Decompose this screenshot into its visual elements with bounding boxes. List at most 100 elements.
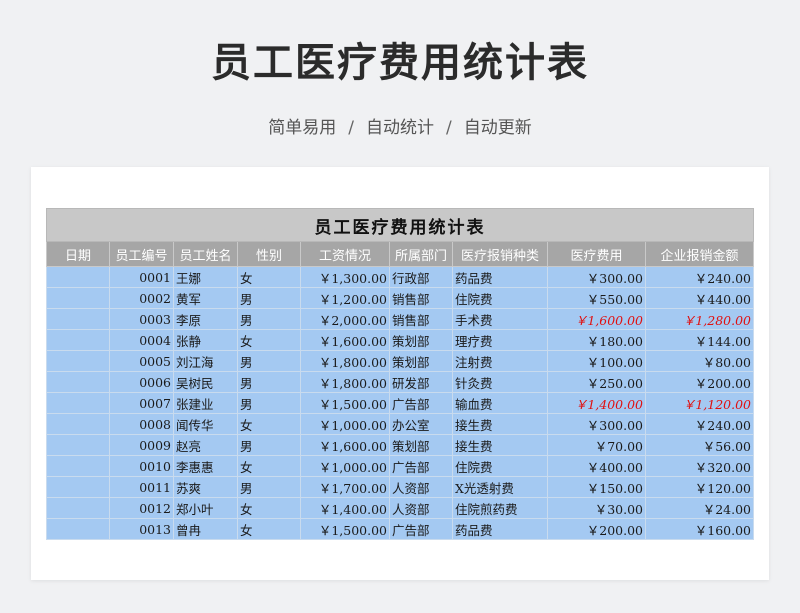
department-cell[interactable]: 销售部 [389, 287, 453, 309]
reimbursed-amount-cell[interactable]: ￥1,280.00 [644, 308, 755, 330]
gender-cell[interactable]: 男 [237, 476, 301, 498]
salary-cell[interactable]: ￥1,300.00 [300, 266, 390, 288]
salary-cell[interactable]: ￥1,800.00 [300, 371, 390, 393]
salary-cell[interactable]: ￥1,200.00 [300, 287, 390, 309]
salary-cell[interactable]: ￥1,000.00 [300, 455, 390, 477]
salary-cell[interactable]: ￥2,000.00 [300, 308, 390, 330]
employee-name-cell[interactable]: 张静 [173, 329, 238, 351]
reimbursed-amount-cell[interactable]: ￥80.00 [644, 350, 755, 372]
reimbursement-type-cell[interactable]: 药品费 [452, 266, 548, 288]
date-cell[interactable] [46, 476, 110, 498]
employee-id-cell[interactable]: 0003 [109, 308, 174, 330]
reimbursed-amount-cell[interactable]: ￥200.00 [644, 371, 755, 393]
employee-id-cell[interactable]: 0005 [109, 350, 174, 372]
salary-cell[interactable]: ￥1,500.00 [300, 392, 390, 414]
medical-cost-cell[interactable]: ￥180.00 [547, 329, 646, 351]
gender-cell[interactable]: 女 [237, 455, 301, 477]
reimbursement-type-cell[interactable]: 接生费 [452, 413, 548, 435]
reimbursed-amount-cell[interactable]: ￥240.00 [644, 413, 755, 435]
reimbursement-type-cell[interactable]: 住院费 [452, 287, 548, 309]
reimbursed-amount-cell[interactable]: ￥144.00 [644, 329, 755, 351]
gender-cell[interactable]: 男 [237, 350, 301, 372]
medical-cost-cell[interactable]: ￥1,400.00 [547, 392, 646, 414]
column-header[interactable]: 性别 [237, 241, 301, 267]
employee-name-cell[interactable]: 刘江海 [173, 350, 238, 372]
employee-name-cell[interactable]: 吴树民 [173, 371, 238, 393]
gender-cell[interactable]: 男 [237, 434, 301, 456]
reimbursed-amount-cell[interactable]: ￥240.00 [644, 266, 755, 288]
column-header[interactable]: 医疗费用 [547, 241, 646, 267]
salary-cell[interactable]: ￥1,000.00 [300, 413, 390, 435]
column-header[interactable]: 医疗报销种类 [452, 241, 548, 267]
employee-name-cell[interactable]: 赵亮 [173, 434, 238, 456]
reimbursement-type-cell[interactable]: X光透射费 [452, 476, 548, 498]
date-cell[interactable] [46, 287, 110, 309]
reimbursement-type-cell[interactable]: 理疗费 [452, 329, 548, 351]
department-cell[interactable]: 办公室 [389, 413, 453, 435]
salary-cell[interactable]: ￥1,600.00 [300, 434, 390, 456]
reimbursement-type-cell[interactable]: 接生费 [452, 434, 548, 456]
date-cell[interactable] [46, 308, 110, 330]
date-cell[interactable] [46, 518, 110, 540]
gender-cell[interactable]: 男 [237, 392, 301, 414]
reimbursed-amount-cell[interactable]: ￥320.00 [644, 455, 755, 477]
salary-cell[interactable]: ￥1,600.00 [300, 329, 390, 351]
medical-cost-cell[interactable]: ￥150.00 [547, 476, 646, 498]
gender-cell[interactable]: 女 [237, 329, 301, 351]
column-header[interactable]: 工资情况 [300, 241, 390, 267]
column-header[interactable]: 企业报销金额 [644, 241, 755, 267]
salary-cell[interactable]: ￥1,800.00 [300, 350, 390, 372]
date-cell[interactable] [46, 434, 110, 456]
department-cell[interactable]: 研发部 [389, 371, 453, 393]
employee-id-cell[interactable]: 0006 [109, 371, 174, 393]
department-cell[interactable]: 行政部 [389, 266, 453, 288]
employee-name-cell[interactable]: 郑小叶 [173, 497, 238, 519]
salary-cell[interactable]: ￥1,500.00 [300, 518, 390, 540]
reimbursement-type-cell[interactable]: 住院煎药费 [452, 497, 548, 519]
date-cell[interactable] [46, 266, 110, 288]
department-cell[interactable]: 策划部 [389, 329, 453, 351]
medical-cost-cell[interactable]: ￥1,600.00 [547, 308, 646, 330]
employee-name-cell[interactable]: 李原 [173, 308, 238, 330]
reimbursement-type-cell[interactable]: 手术费 [452, 308, 548, 330]
reimbursement-type-cell[interactable]: 药品费 [452, 518, 548, 540]
department-cell[interactable]: 广告部 [389, 392, 453, 414]
reimbursed-amount-cell[interactable]: ￥120.00 [644, 476, 755, 498]
employee-name-cell[interactable]: 苏爽 [173, 476, 238, 498]
date-cell[interactable] [46, 497, 110, 519]
employee-name-cell[interactable]: 李惠惠 [173, 455, 238, 477]
reimbursement-type-cell[interactable]: 住院费 [452, 455, 548, 477]
column-header[interactable]: 所属部门 [389, 241, 453, 267]
reimbursed-amount-cell[interactable]: ￥1,120.00 [644, 392, 755, 414]
medical-cost-cell[interactable]: ￥550.00 [547, 287, 646, 309]
employee-id-cell[interactable]: 0008 [109, 413, 174, 435]
employee-id-cell[interactable]: 0012 [109, 497, 174, 519]
reimbursement-type-cell[interactable]: 针灸费 [452, 371, 548, 393]
medical-cost-cell[interactable]: ￥250.00 [547, 371, 646, 393]
employee-id-cell[interactable]: 0013 [109, 518, 174, 540]
column-header[interactable]: 员工编号 [109, 241, 174, 267]
medical-cost-cell[interactable]: ￥300.00 [547, 266, 646, 288]
gender-cell[interactable]: 男 [237, 308, 301, 330]
employee-id-cell[interactable]: 0002 [109, 287, 174, 309]
employee-id-cell[interactable]: 0001 [109, 266, 174, 288]
gender-cell[interactable]: 男 [237, 287, 301, 309]
date-cell[interactable] [46, 413, 110, 435]
reimbursed-amount-cell[interactable]: ￥56.00 [644, 434, 755, 456]
employee-id-cell[interactable]: 0011 [109, 476, 174, 498]
gender-cell[interactable]: 女 [237, 413, 301, 435]
reimbursed-amount-cell[interactable]: ￥24.00 [644, 497, 755, 519]
gender-cell[interactable]: 男 [237, 371, 301, 393]
employee-name-cell[interactable]: 张建业 [173, 392, 238, 414]
employee-name-cell[interactable]: 闻传华 [173, 413, 238, 435]
medical-cost-cell[interactable]: ￥100.00 [547, 350, 646, 372]
department-cell[interactable]: 销售部 [389, 308, 453, 330]
department-cell[interactable]: 策划部 [389, 434, 453, 456]
employee-name-cell[interactable]: 王娜 [173, 266, 238, 288]
employee-name-cell[interactable]: 曾冉 [173, 518, 238, 540]
reimbursed-amount-cell[interactable]: ￥160.00 [644, 518, 755, 540]
employee-id-cell[interactable]: 0007 [109, 392, 174, 414]
medical-cost-cell[interactable]: ￥30.00 [547, 497, 646, 519]
department-cell[interactable]: 广告部 [389, 518, 453, 540]
medical-cost-cell[interactable]: ￥200.00 [547, 518, 646, 540]
